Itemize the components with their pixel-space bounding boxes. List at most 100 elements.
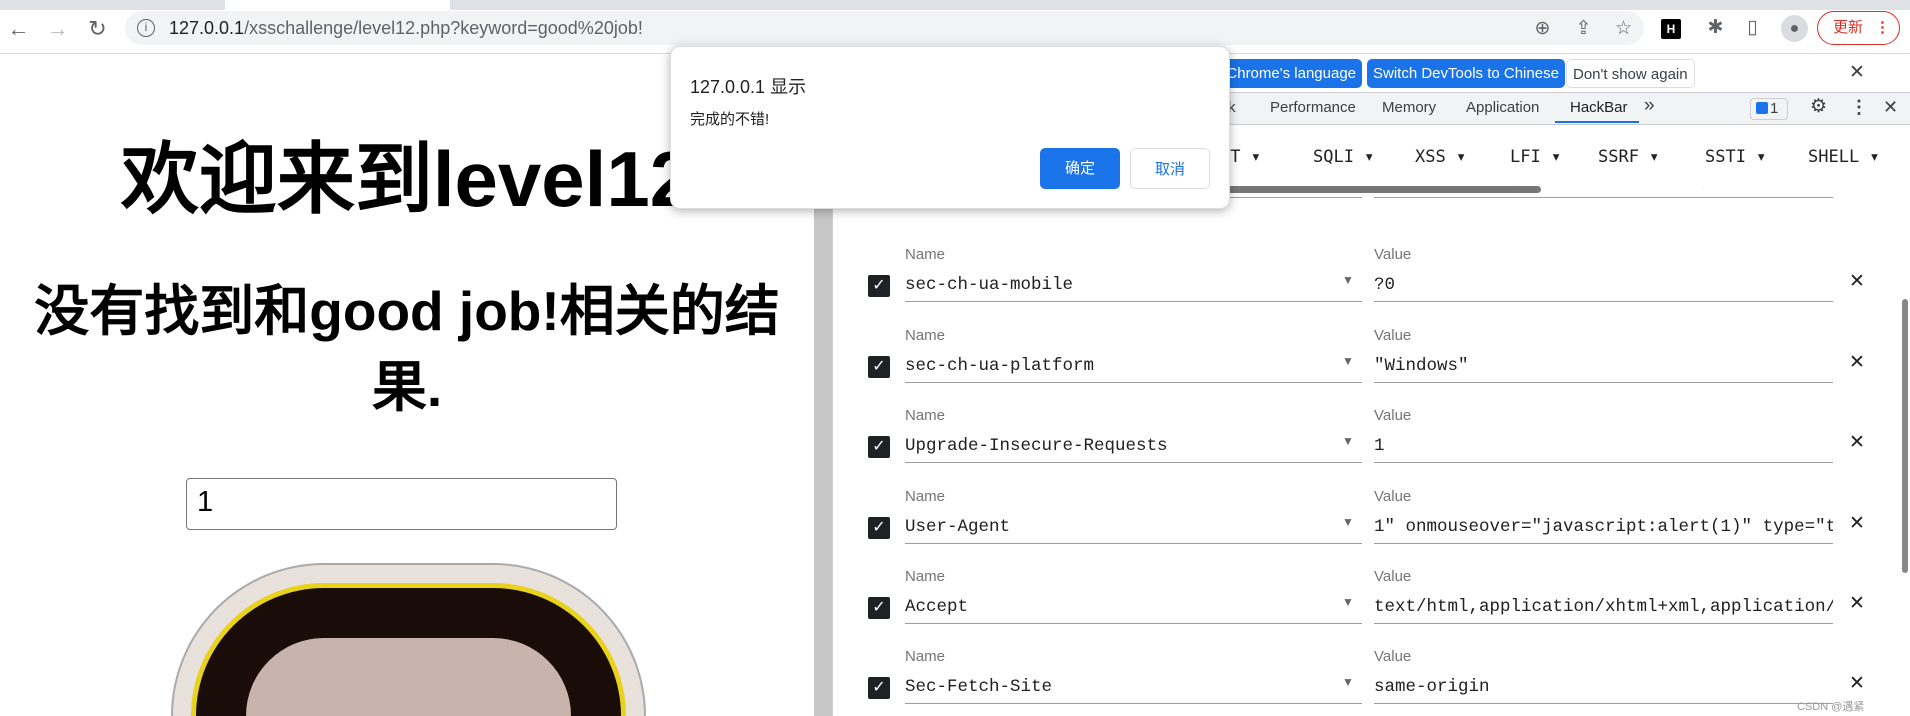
header-name-field[interactable]: sec-ch-ua-mobile <box>905 270 1362 302</box>
header-value-field[interactable]: 1 <box>1374 431 1833 463</box>
remove-header-icon[interactable]: ✕ <box>1849 592 1865 615</box>
url-path: /xsschallenge/level12.php?keyword=good%2… <box>244 18 643 38</box>
close-devtools-icon[interactable]: ✕ <box>1883 97 1898 118</box>
remove-header-icon[interactable]: ✕ <box>1849 512 1865 535</box>
zoom-icon[interactable]: ⊕ <box>1529 17 1556 40</box>
dialog-title: 127.0.0.1 显示 <box>690 77 807 97</box>
name-label: Name <box>905 488 946 505</box>
update-button[interactable]: 更新 ⋮ <box>1817 11 1900 45</box>
match-language-button[interactable]: Chrome's language <box>1218 59 1362 88</box>
tab-application[interactable]: Application <box>1466 99 1539 116</box>
forward-icon[interactable]: → <box>43 16 72 42</box>
puzzle-icon[interactable]: ✱ <box>1702 16 1729 39</box>
address-bar[interactable]: i 127.0.0.1/xsschallenge/level12.php?key… <box>125 11 1644 45</box>
header-value-field[interactable]: same-origin <box>1374 672 1833 704</box>
value-label: Value <box>1374 142 1412 159</box>
reload-icon[interactable]: ↻ <box>83 16 112 42</box>
dropdown-arrow-icon[interactable]: ▼ <box>1342 675 1354 689</box>
dropdown-arrow-icon[interactable]: ▼ <box>1342 273 1354 287</box>
avatar-icon[interactable]: ● <box>1781 15 1808 42</box>
switch-chinese-button[interactable]: Switch DevTools to Chinese <box>1367 59 1565 88</box>
header-value-field[interactable]: "Windows" <box>1374 351 1833 383</box>
dropdown-arrow-icon[interactable]: ▼ <box>1342 515 1354 529</box>
hackbar-menu-lfi[interactable]: LFI ▾ <box>1510 147 1561 167</box>
header-value-field[interactable]: ?0 <box>1374 270 1833 302</box>
hackbar-menu-ssti[interactable]: SSTI ▾ <box>1705 147 1766 167</box>
remove-header-icon[interactable]: ✕ <box>1849 270 1865 293</box>
back-icon[interactable]: ← <box>4 16 33 42</box>
dropdown-arrow-icon[interactable]: ▼ <box>1342 354 1354 368</box>
tab-memory[interactable]: Memory <box>1382 99 1436 116</box>
name-label: Name <box>905 568 946 585</box>
header-enabled-checkbox[interactable]: ✓ <box>868 517 890 539</box>
update-label: 更新 <box>1833 19 1864 36</box>
url-host: 127.0.0.1 <box>169 18 245 38</box>
name-label: Name <box>905 327 946 344</box>
tab-hackbar[interactable]: HackBar <box>1570 99 1628 116</box>
dropdown-arrow-icon[interactable]: ▼ <box>1342 595 1354 609</box>
header-row: Name Value ✓ Upgrade-Insecure-Requests ▼… <box>833 407 1910 467</box>
header-enabled-checkbox[interactable]: ✓ <box>868 356 890 378</box>
header-enabled-checkbox[interactable]: ✓ <box>868 436 890 458</box>
header-enabled-checkbox[interactable]: ✓ <box>868 275 890 297</box>
header-row: Name Value ✓ Sec-Fetch-Site ▼ same-origi… <box>833 648 1910 708</box>
hackbar-menu-sqli[interactable]: SQLI ▾ <box>1313 147 1374 167</box>
header-name-field[interactable]: Upgrade-Insecure-Requests <box>905 431 1362 463</box>
dialog-message: 完成的不错! <box>690 111 770 128</box>
name-label: Name <box>905 407 946 424</box>
hackbar-menu-ssrf[interactable]: SSRF ▾ <box>1598 147 1659 167</box>
watermark: CSDN @遇紧 <box>1797 701 1865 713</box>
header-value-field[interactable]: "Not.A/Brand";v="8", "Chromium";v="114" <box>1374 188 1833 198</box>
remove-header-icon[interactable]: ✕ <box>1849 351 1865 374</box>
remove-header-icon[interactable]: ✕ <box>1849 188 1865 189</box>
tab-performance[interactable]: Performance <box>1270 99 1356 116</box>
hackbar-menu-shell[interactable]: SHELL ▾ <box>1808 147 1880 167</box>
dropdown-arrow-icon[interactable]: ▼ <box>1342 434 1354 448</box>
header-name-field[interactable]: Accept <box>905 592 1362 624</box>
ok-button[interactable]: 确定 <box>1040 148 1120 189</box>
header-row: Name Value ✓ sec-ch-ua-mobile ▼ ?0 ✕ <box>833 246 1910 306</box>
dropdown-arrow-icon[interactable]: ▼ <box>1342 169 1354 183</box>
issues-badge[interactable]: 1 <box>1750 98 1788 120</box>
value-label: Value <box>1374 488 1412 505</box>
vertical-scrollbar[interactable] <box>1902 299 1908 573</box>
star-icon[interactable]: ☆ <box>1610 17 1637 40</box>
tab-strip <box>0 0 1910 10</box>
remove-header-icon[interactable]: ✕ <box>1849 431 1865 454</box>
level-image <box>171 563 646 716</box>
value-label: Value <box>1374 246 1412 263</box>
header-value-field[interactable]: text/html,application/xhtml+xml,applicat… <box>1374 592 1833 624</box>
close-infobar-icon[interactable]: ✕ <box>1849 61 1865 84</box>
alert-dialog: 127.0.0.1 显示 完成的不错! 确定 取消 <box>670 46 1230 209</box>
name-label: Name <box>905 246 946 263</box>
header-enabled-checkbox[interactable]: ✓ <box>868 677 890 699</box>
value-label: Value <box>1374 648 1412 665</box>
more-tabs-icon[interactable]: » <box>1644 95 1655 117</box>
header-enabled-checkbox[interactable]: ✓ <box>868 597 890 619</box>
share-icon[interactable]: ⇪ <box>1570 17 1597 40</box>
header-row: Name Value ✓ sec-ch-ua-platform ▼ "Windo… <box>833 327 1910 387</box>
remove-header-icon[interactable]: ✕ <box>1849 672 1865 695</box>
header-name-field[interactable]: User-Agent <box>905 512 1362 544</box>
cancel-button[interactable]: 取消 <box>1130 148 1210 189</box>
dont-show-again-button[interactable]: Don't show again <box>1566 59 1695 88</box>
kebab-menu-icon[interactable]: ⋮ <box>1850 97 1868 118</box>
value-label: Value <box>1374 407 1412 424</box>
header-name-field[interactable]: sec-ch-ua-platform <box>905 351 1362 383</box>
header-value-field[interactable]: 1" onmouseover="javascript:alert(1)" typ… <box>1374 512 1833 544</box>
value-label: Value <box>1374 327 1412 344</box>
gear-icon[interactable]: ⚙ <box>1810 95 1827 118</box>
side-panel-icon[interactable]: ▯ <box>1739 16 1766 39</box>
header-row: Name Value ✓ User-Agent ▼ 1" onmouseover… <box>833 488 1910 548</box>
info-icon[interactable]: i <box>137 19 155 37</box>
browser-tab[interactable] <box>225 0 450 10</box>
hackbar-menu-xss[interactable]: XSS ▾ <box>1415 147 1466 167</box>
url-text[interactable]: 127.0.0.1/xsschallenge/level12.php?keywo… <box>169 18 643 39</box>
more-icon: ⋮ <box>1875 19 1891 36</box>
active-tab-indicator <box>1555 121 1639 123</box>
extension-h-icon[interactable]: H <box>1661 19 1681 39</box>
result-message: 没有找到和good job!相关的结果. <box>34 280 780 418</box>
value-label: Value <box>1374 568 1412 585</box>
header-name-field[interactable]: Sec-Fetch-Site <box>905 672 1362 704</box>
keyword-input[interactable]: 1 <box>186 478 617 530</box>
